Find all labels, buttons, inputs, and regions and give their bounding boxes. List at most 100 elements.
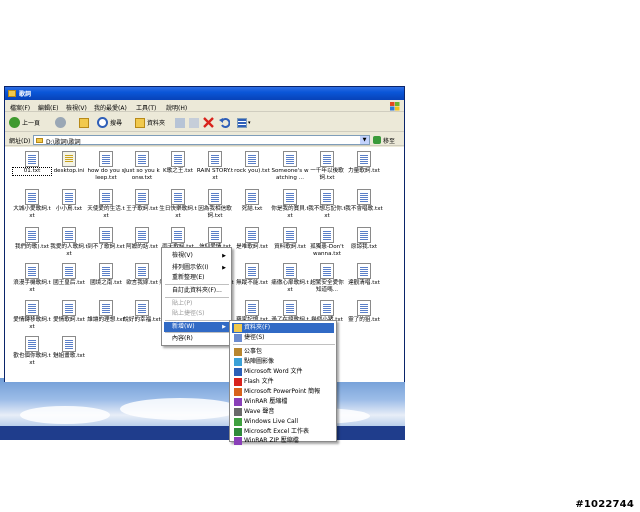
file-item[interactable]: 愛情轉移歌詞.txt <box>13 300 51 330</box>
forward-button[interactable] <box>55 116 68 129</box>
new-submenu-item[interactable]: WinRAR 壓縮檔 <box>232 397 334 407</box>
new-submenu-item[interactable]: 捷徑(S) <box>232 333 334 343</box>
new-submenu-item[interactable]: 點陣圖影像 <box>232 357 334 367</box>
context-menu-label: 排列圖示依(I) <box>172 264 209 271</box>
file-item[interactable]: rock you).txt <box>233 151 271 175</box>
new-submenu-item[interactable]: Flash 文件 <box>232 377 334 387</box>
new-submenu-item[interactable]: 資料夾(F) <box>232 323 334 333</box>
file-item[interactable]: 痛徹心扉歌詞.txt <box>271 263 309 293</box>
context-menu-item[interactable]: 貼上捷徑(S) <box>164 309 229 319</box>
file-item[interactable]: 王子歌詞.txt <box>123 189 161 213</box>
file-item[interactable]: 是唯歌詞.txt <box>233 227 271 251</box>
file-item[interactable]: 國王皇后.txt <box>50 263 88 287</box>
file-item[interactable]: K歌之王.txt <box>159 151 197 175</box>
back-button[interactable]: 上一頁 <box>9 116 40 129</box>
search-button[interactable]: 搜尋 <box>97 116 122 129</box>
file-item[interactable]: 國境之南.txt <box>87 263 125 287</box>
context-menu-item[interactable]: 重新整理(E) <box>164 273 229 283</box>
file-item[interactable]: 到不了歌詞.txt <box>87 227 125 251</box>
file-item[interactable]: 力量歌詞.txt <box>345 151 383 175</box>
file-item[interactable]: 小小鳥.txt <box>50 189 88 213</box>
file-item[interactable]: 生日快樂歌詞.txt <box>159 189 197 219</box>
file-item[interactable]: 欲言我嫁.txt <box>123 263 161 287</box>
text-file-icon <box>99 300 113 316</box>
menu-file[interactable]: 檔案(F) <box>10 103 30 112</box>
file-item[interactable]: 我不想忘記你.txt <box>308 189 346 219</box>
file-item[interactable]: 原諒我.txt <box>345 227 383 251</box>
file-item[interactable]: how do you sleep.txt <box>87 151 125 181</box>
file-item[interactable]: 天使愛的生活.txt <box>87 189 125 219</box>
file-item[interactable]: desktop.ini <box>50 151 88 175</box>
file-item[interactable]: 超驚安全愛你知道嗎... <box>308 263 346 293</box>
delete-button[interactable] <box>203 116 214 129</box>
new-submenu-item[interactable]: Wave 聲音 <box>232 407 334 417</box>
file-item[interactable]: 靈了的狙.txt <box>345 300 383 324</box>
new-submenu-label: Flash 文件 <box>244 378 274 385</box>
move-to-button[interactable] <box>175 116 185 129</box>
file-item[interactable]: Someone's watching ... <box>271 151 309 181</box>
file-item[interactable]: 你是我的寶貝.txt <box>271 189 309 219</box>
context-menu-item[interactable]: 自訂此資料夾(F)... <box>164 286 229 296</box>
context-menu-item[interactable]: 排列圖示依(I) ▶ <box>164 263 229 273</box>
context-menu-item[interactable]: 內容(R) <box>164 334 229 344</box>
file-item[interactable]: 資料歌詞.txt <box>271 227 309 251</box>
folders-button[interactable]: 資料夾 <box>135 116 165 129</box>
views-button[interactable]: ▾ <box>237 116 251 129</box>
context-menu-item[interactable]: 貼上(P) <box>164 299 229 309</box>
text-file-icon <box>357 300 371 316</box>
file-item[interactable]: 因為我相信歌詞.txt <box>196 189 234 219</box>
file-item[interactable]: 說好的幸福.txt <box>123 300 161 324</box>
file-name: 因為我相信歌詞.txt <box>198 206 232 219</box>
text-file-icon <box>245 227 259 243</box>
text-file-icon <box>25 300 39 316</box>
new-submenu-item[interactable]: 公事包 <box>232 347 334 357</box>
new-submenu-label: Wave 聲音 <box>244 408 275 415</box>
context-menu-item[interactable]: 檢視(V) ▶ <box>164 251 229 261</box>
file-item[interactable]: 我不會唱歌.txt <box>345 189 383 213</box>
go-button[interactable]: 移至 <box>373 135 395 145</box>
text-file-icon <box>357 227 371 243</box>
file-item[interactable]: 無蹤不能.txt <box>233 263 271 287</box>
menu-view[interactable]: 檢視(V) <box>66 103 87 112</box>
file-item[interactable]: 歡也個你歌詞.txt <box>13 336 51 366</box>
file-item[interactable]: 愛情歌詞.txt <box>50 300 88 324</box>
file-item[interactable]: 大城小愛歌詞.txt <box>13 189 51 219</box>
text-file-icon <box>25 151 39 167</box>
new-submenu-item[interactable]: Microsoft Word 文件 <box>232 367 334 377</box>
text-file-icon <box>357 263 371 279</box>
file-item[interactable]: 一千年以後歌詞.txt <box>308 151 346 181</box>
copy-to-button[interactable] <box>189 116 199 129</box>
file-item[interactable]: 阿嬤的話.txt <box>123 227 161 251</box>
word-icon <box>234 368 242 376</box>
text-file-icon <box>283 189 297 205</box>
menu-edit[interactable]: 編輯(E) <box>38 103 58 112</box>
address-input[interactable]: D:\歌詞\歌詞 ▼ <box>33 135 370 146</box>
context-menu-item[interactable]: 新增(W) ▶ <box>164 322 229 332</box>
menu-help[interactable]: 說明(H) <box>166 103 187 112</box>
file-item[interactable]: 達觀清唱.txt <box>345 263 383 287</box>
file-item[interactable]: Just so you konw.txt <box>123 151 161 181</box>
folders-label: 資料夾 <box>147 120 166 127</box>
file-item[interactable]: 浪漫手機歌詞.txt <box>13 263 51 293</box>
undo-button[interactable] <box>219 116 230 129</box>
chevron-down-icon[interactable]: ▼ <box>360 136 369 144</box>
menu-favorites[interactable]: 我的最愛(A) <box>94 103 127 112</box>
file-name: 國境之南.txt <box>90 280 122 286</box>
file-item[interactable]: 01.txt <box>12 151 52 176</box>
up-folder-button[interactable] <box>79 116 89 129</box>
file-item[interactable]: 孤獨患-Don't wanna.txt <box>308 227 346 257</box>
file-item[interactable]: 死結.txt <box>233 189 271 213</box>
new-submenu-item[interactable]: WinRAR ZIP 壓縮檔 <box>232 436 334 446</box>
submenu-arrow-icon: ▶ <box>222 253 226 259</box>
title-bar[interactable]: 歌詞 <box>5 87 404 100</box>
text-file-icon <box>135 151 149 167</box>
new-submenu-item[interactable]: Microsoft PowerPoint 簡報 <box>232 387 334 397</box>
settings-file-icon <box>62 151 76 167</box>
file-item[interactable]: RAIN STORY.txt <box>196 151 234 181</box>
file-item[interactable]: 我們的歌).txt <box>13 227 51 251</box>
file-item[interactable]: 我愛的人歌詞.txt <box>50 227 88 257</box>
new-submenu-item[interactable]: Windows Live Call <box>232 417 334 427</box>
file-item[interactable]: 魅姐畫歌.txt <box>50 336 88 360</box>
file-item[interactable]: 誰讓的理想.txt <box>87 300 125 324</box>
menu-tools[interactable]: 工具(T) <box>136 103 156 112</box>
